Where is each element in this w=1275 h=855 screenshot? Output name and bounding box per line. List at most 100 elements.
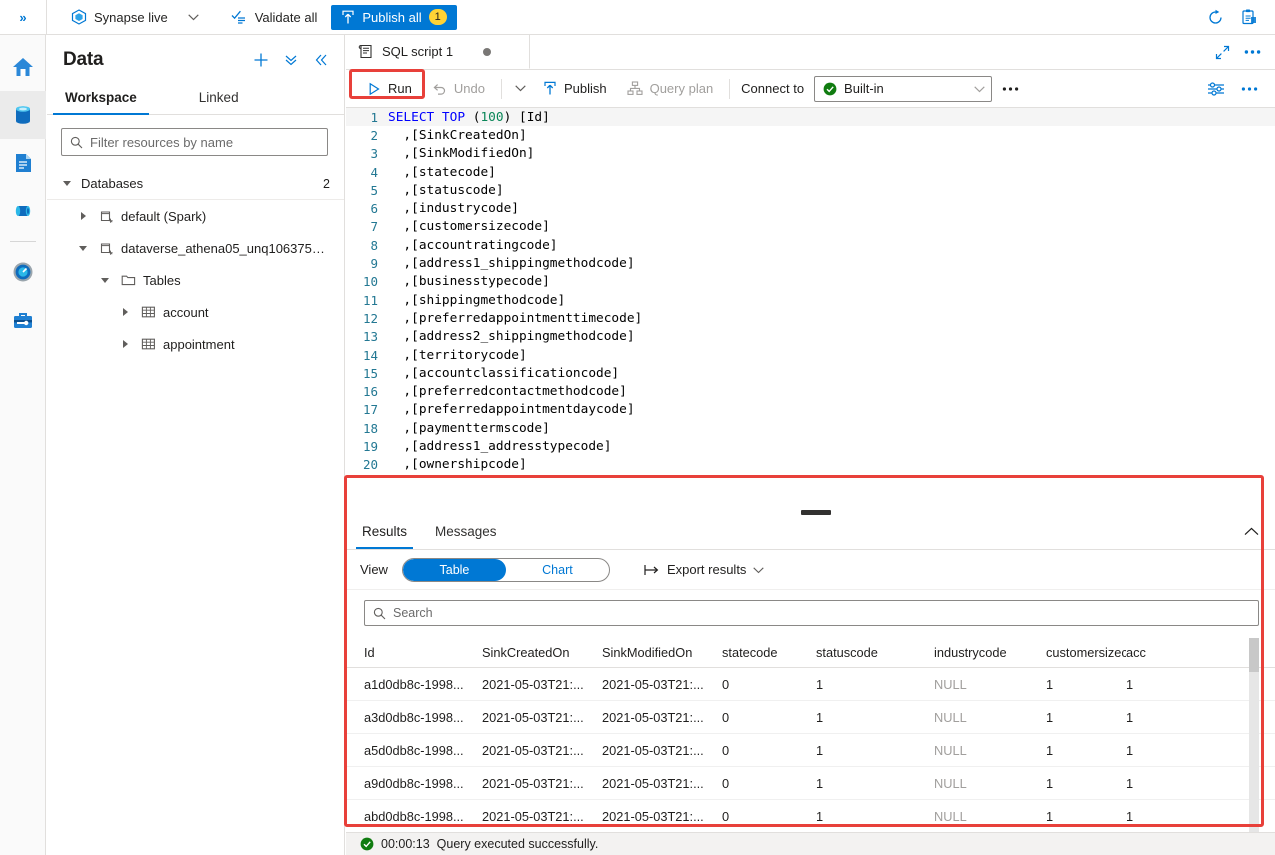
code-token: 100 [480, 109, 504, 125]
code-text: ,[address1_addresstypecode] [388, 438, 612, 454]
code-text: ,[ownershipcode] [388, 457, 527, 473]
synapse-icon [71, 9, 87, 25]
tree-item-appointment-table[interactable]: appointment [47, 328, 344, 360]
chevron-down-icon [187, 13, 201, 21]
tree-group-databases[interactable]: Databases 2 [47, 168, 344, 200]
filter-resources-input[interactable]: Filter resources by name [61, 128, 328, 156]
rail-item-home[interactable] [0, 43, 46, 91]
table-cell: 2021-05-03T21:... [482, 709, 584, 725]
check-circle-green-icon [823, 82, 837, 95]
code-text: ,[industrycode] [388, 201, 519, 217]
command-bar-more-button[interactable] [994, 75, 1027, 103]
connect-to-label: Connect to [741, 81, 805, 96]
tab-workspace[interactable]: Workspace [53, 83, 149, 115]
validate-all-button[interactable]: Validate all [221, 0, 328, 35]
tree-item-account-table[interactable]: account [47, 296, 344, 328]
rail-item-manage[interactable] [0, 296, 46, 344]
publish-all-button[interactable]: Publish all 1 [331, 4, 457, 30]
rail-item-monitor[interactable] [0, 248, 46, 296]
synapse-live-label: Synapse live [94, 9, 168, 25]
properties-sliders-icon[interactable] [1202, 75, 1230, 103]
synapse-studio-window: » Synapse live Validate all Publish all … [0, 0, 1275, 855]
results-search-placeholder: Search [393, 606, 433, 620]
rail-item-integrate[interactable] [0, 187, 46, 235]
undo-dropdown-button[interactable] [509, 75, 532, 103]
code-line: 5 ,[statuscode] [346, 181, 1275, 199]
view-mode-toggle[interactable]: Table Chart [401, 557, 610, 582]
column-header[interactable]: acc [1126, 645, 1196, 660]
column-header[interactable]: customersizec... [1046, 645, 1126, 660]
chevron-double-left-icon[interactable] [312, 51, 330, 69]
panel-splitter-handle[interactable] [801, 510, 831, 515]
tab-messages[interactable]: Messages [433, 516, 499, 548]
run-button[interactable]: Run [358, 75, 421, 103]
refresh-icon[interactable] [1201, 3, 1229, 31]
publish-button[interactable]: Publish [534, 75, 616, 103]
synapse-live-mode-selector[interactable]: Synapse live [61, 0, 211, 35]
table-row[interactable]: a3d0db8c-1998... 2021-05-03T21:... 2021-05… [346, 701, 1275, 734]
undo-label: Undo [453, 81, 485, 96]
chevron-collapsed-icon[interactable] [117, 304, 133, 320]
table-row[interactable]: a1d0db8c-1998... 2021-05-03T21:... 2021-05… [346, 668, 1275, 701]
table-cell: 0 [722, 742, 730, 758]
tab-results[interactable]: Results [355, 516, 414, 549]
table-cell: NULL [934, 808, 967, 824]
database-node-icon [97, 241, 115, 256]
chevron-double-down-icon[interactable] [282, 51, 300, 69]
code-text: ,[statuscode] [388, 182, 504, 198]
results-search-input[interactable]: Search [364, 600, 1259, 626]
collapse-results-icon[interactable] [1244, 524, 1275, 539]
tree-item-dataverse-db[interactable]: dataverse_athena05_unq10637522... [47, 232, 344, 264]
view-mode-chart[interactable]: Chart [506, 559, 609, 581]
tree-item-tables-folder[interactable]: Tables [47, 264, 344, 296]
table-cell: 2021-05-03T21:... [602, 742, 704, 758]
results-vertical-scrollbar[interactable] [1249, 638, 1259, 855]
column-header[interactable]: industrycode [934, 645, 1046, 660]
chevron-collapsed-icon[interactable] [75, 208, 91, 224]
chevron-expanded-icon[interactable] [59, 176, 75, 192]
column-header[interactable]: Id [364, 645, 482, 660]
table-row[interactable]: abd0db8c-1998... 2021-05-03T21:... 2021-05… [346, 800, 1275, 833]
chevron-collapsed-icon[interactable] [117, 336, 133, 352]
expand-nav-icon[interactable]: » [0, 0, 46, 35]
tree-item-default-spark[interactable]: default (Spark) [47, 200, 344, 232]
table-cell: 1 [1046, 676, 1054, 692]
expand-diagonal-icon[interactable] [1209, 39, 1235, 65]
undo-button[interactable]: Undo [423, 75, 494, 103]
plus-icon[interactable] [252, 51, 270, 69]
view-mode-table[interactable]: Table [402, 558, 506, 581]
column-header[interactable]: SinkModifiedOn [602, 645, 722, 660]
rail-item-develop[interactable] [0, 139, 46, 187]
code-line: 15 ,[accountclassificationcode] [346, 364, 1275, 382]
export-results-button[interactable]: Export results [644, 562, 765, 577]
table-row[interactable]: a9d0db8c-1998... 2021-05-03T21:... 2021-05… [346, 767, 1275, 800]
tab-linked[interactable]: Linked [197, 83, 241, 114]
table-cell: 1 [816, 775, 824, 791]
ellipsis-icon[interactable] [1239, 39, 1265, 65]
rail-item-data[interactable] [0, 91, 46, 139]
editor-overflow-icon[interactable] [1236, 75, 1263, 103]
table-cell: 1 [1126, 676, 1134, 692]
table-cell: 2021-05-03T21:... [602, 709, 704, 725]
column-header[interactable]: statuscode [816, 645, 934, 660]
tab-sql-script-1[interactable]: SQL script 1 [346, 35, 530, 69]
column-header[interactable]: SinkCreatedOn [482, 645, 602, 660]
code-text: ,[paymenttermscode] [388, 420, 550, 436]
code-line: 6 ,[industrycode] [346, 199, 1275, 217]
chevron-expanded-icon[interactable] [75, 240, 91, 256]
column-header[interactable]: statecode [722, 645, 816, 660]
table-row[interactable]: a5d0db8c-1998... 2021-05-03T21:... 2021-05… [346, 734, 1275, 767]
chevron-expanded-icon[interactable] [97, 272, 113, 288]
sql-code-editor[interactable]: 1 SELECT TOP (100) [Id] 2 ,[SinkCreatedOn]… [346, 108, 1275, 475]
discard-all-icon[interactable] [1235, 3, 1263, 31]
connection-dropdown[interactable]: Built-in [814, 75, 993, 102]
line-number: 2 [370, 127, 378, 143]
scrollbar-thumb[interactable] [1249, 638, 1259, 672]
chevron-down-icon [974, 81, 985, 96]
editor-tab-strip: SQL script 1 [346, 35, 1275, 70]
query-plan-button[interactable]: Query plan [618, 75, 723, 103]
data-panel-actions [252, 51, 330, 69]
results-grid-body: a1d0db8c-1998... 2021-05-03T21:... 2021-05… [346, 668, 1275, 833]
table-cell: NULL [934, 676, 967, 692]
tab-strip-actions [1209, 35, 1275, 69]
